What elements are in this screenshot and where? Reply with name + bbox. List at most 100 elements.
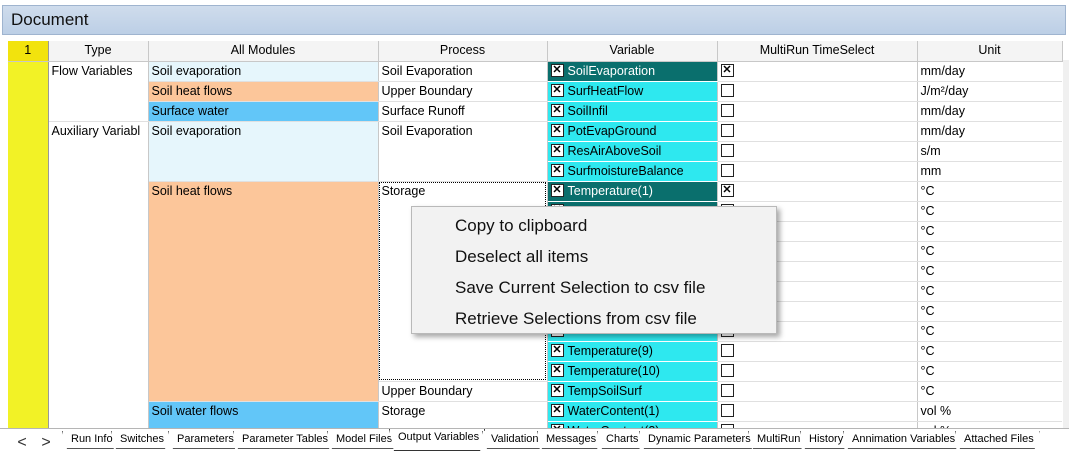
variable-cell[interactable]: Temperature(10) bbox=[547, 361, 718, 382]
module-cell[interactable]: Soil evaporation bbox=[148, 61, 379, 82]
module-cell[interactable]: Soil heat flows bbox=[148, 81, 379, 102]
tab-scroll-left-icon[interactable]: < bbox=[12, 433, 32, 453]
multirun-checkbox[interactable] bbox=[720, 143, 734, 157]
tab-animation-variables[interactable]: Annimation Variables bbox=[843, 431, 961, 449]
table-row[interactable]: Flow Variables Soil evaporation Soil Eva… bbox=[8, 61, 1062, 441]
multirun-cell[interactable] bbox=[717, 61, 918, 82]
multirun-cell[interactable] bbox=[717, 381, 918, 402]
type-cell[interactable]: Flow Variables bbox=[48, 61, 149, 122]
variable-cell[interactable]: SoilEvaporation bbox=[547, 61, 718, 82]
modules-column-header[interactable]: All Modules bbox=[148, 41, 379, 62]
multirun-checkbox[interactable] bbox=[720, 343, 734, 357]
type-cell[interactable]: Auxiliary Variabl bbox=[48, 121, 149, 442]
variable-cell[interactable]: SurfmoistureBalance bbox=[547, 161, 718, 182]
multirun-cell[interactable] bbox=[717, 161, 918, 182]
variable-cell[interactable]: SurfHeatFlow bbox=[547, 81, 718, 102]
multirun-cell[interactable] bbox=[717, 181, 918, 202]
multirun-cell[interactable] bbox=[717, 361, 918, 382]
context-menu: Copy to clipboard Deselect all items Sav… bbox=[411, 206, 777, 334]
tab-attached-files[interactable]: Attached Files bbox=[955, 431, 1040, 449]
multirun-checkbox[interactable] bbox=[720, 383, 734, 397]
multirun-checkbox[interactable] bbox=[720, 403, 734, 417]
tab-charts[interactable]: Charts bbox=[597, 431, 644, 449]
variable-checkbox[interactable] bbox=[550, 403, 564, 417]
multirun-column-header[interactable]: MultiRun TimeSelect bbox=[717, 41, 918, 62]
table-row[interactable]: Soil heat flows Upper Boundary SurfHeatF… bbox=[8, 81, 1062, 102]
tab-multirun[interactable]: MultiRun bbox=[748, 431, 806, 449]
variable-cell[interactable]: Temperature(1) bbox=[547, 181, 718, 202]
variable-checkbox[interactable] bbox=[550, 103, 564, 117]
variable-checkbox[interactable] bbox=[550, 343, 564, 357]
variable-checkbox[interactable] bbox=[550, 163, 564, 177]
tab-dynamic-parameters[interactable]: Dynamic Parameters bbox=[639, 431, 757, 449]
unit-column-header[interactable]: Unit bbox=[917, 41, 1063, 62]
multirun-checkbox[interactable] bbox=[720, 103, 734, 117]
table-row[interactable]: Auxiliary Variabl Soil evaporation Soil … bbox=[8, 121, 1062, 442]
process-cell[interactable]: Soil Evaporation bbox=[378, 121, 548, 182]
multirun-checkbox[interactable] bbox=[720, 123, 734, 137]
variable-checkbox[interactable] bbox=[550, 143, 564, 157]
tab-parameter-tables[interactable]: Parameter Tables bbox=[233, 431, 334, 449]
unit-cell: J/m²/day bbox=[917, 81, 1062, 102]
variable-cell[interactable]: Temperature(9) bbox=[547, 341, 718, 362]
tab-parameters[interactable]: Parameters bbox=[168, 431, 240, 449]
tab-switches[interactable]: Switches bbox=[111, 431, 170, 449]
variable-cell[interactable]: ResAirAboveSoil bbox=[547, 141, 718, 162]
row-number-cell bbox=[8, 61, 49, 441]
row-number-header[interactable]: 1 bbox=[8, 41, 49, 62]
process-cell[interactable]: Upper Boundary bbox=[378, 81, 548, 102]
tab-validation[interactable]: Validation bbox=[482, 431, 545, 449]
multirun-checkbox[interactable] bbox=[720, 363, 734, 377]
process-column-header[interactable]: Process bbox=[378, 41, 548, 62]
process-cell[interactable]: Upper Boundary bbox=[378, 381, 548, 402]
type-column-header[interactable]: Type bbox=[48, 41, 149, 62]
module-cell[interactable]: Surface water bbox=[148, 101, 379, 122]
variable-column-header[interactable]: Variable bbox=[547, 41, 718, 62]
multirun-checkbox[interactable] bbox=[720, 83, 734, 97]
deselect-all-items-menu-item[interactable]: Deselect all items bbox=[412, 241, 776, 272]
tab-scroll-right-icon[interactable]: > bbox=[36, 433, 56, 453]
variable-checkbox[interactable] bbox=[550, 363, 564, 377]
multirun-cell[interactable] bbox=[717, 101, 918, 122]
variable-checkbox[interactable] bbox=[550, 83, 564, 97]
variable-cell[interactable]: SoilInfil bbox=[547, 101, 718, 122]
tab-run-info[interactable]: Run Info bbox=[62, 431, 119, 449]
process-cell[interactable]: Surface Runoff bbox=[378, 101, 548, 122]
variable-cell[interactable]: WaterContent(1) bbox=[547, 401, 718, 422]
multirun-cell[interactable] bbox=[717, 81, 918, 102]
variable-label: SoilInfil bbox=[567, 103, 608, 118]
unit-cell: mm/day bbox=[917, 101, 1062, 122]
module-cell[interactable]: Soil heat flows bbox=[148, 181, 379, 402]
multirun-checkbox[interactable] bbox=[720, 163, 734, 177]
process-cell[interactable]: Soil Evaporation bbox=[378, 61, 548, 82]
variable-checkbox[interactable] bbox=[550, 183, 564, 197]
multirun-checkbox[interactable] bbox=[720, 183, 734, 197]
retrieve-selections-csv-menu-item[interactable]: Retrieve Selections from csv file bbox=[412, 303, 776, 334]
vertical-scrollbar[interactable] bbox=[1063, 60, 1069, 430]
variable-checkbox[interactable] bbox=[550, 383, 564, 397]
multirun-checkbox[interactable] bbox=[720, 63, 734, 77]
multirun-cell[interactable] bbox=[717, 341, 918, 362]
table-row[interactable]: Soil heat flows Storage Temperature(1) °… bbox=[8, 181, 1062, 402]
multirun-cell[interactable] bbox=[717, 401, 918, 422]
variable-checkbox[interactable] bbox=[550, 63, 564, 77]
table-row[interactable]: Soil water flows Storage WaterContent(1)… bbox=[8, 401, 1062, 442]
tab-output-variables[interactable]: Output Variables bbox=[389, 429, 485, 451]
unit-cell: mm bbox=[917, 161, 1062, 182]
tab-history[interactable]: History bbox=[800, 431, 849, 449]
table-row[interactable]: Surface water Surface Runoff SoilInfil m… bbox=[8, 101, 1062, 122]
variable-label: ResAirAboveSoil bbox=[567, 143, 662, 158]
tab-model-files[interactable]: Model Files bbox=[327, 431, 398, 449]
copy-to-clipboard-menu-item[interactable]: Copy to clipboard bbox=[412, 210, 776, 241]
variable-label: WaterContent(1) bbox=[567, 403, 660, 418]
variable-label: PotEvapGround bbox=[567, 123, 657, 138]
save-selection-csv-menu-item[interactable]: Save Current Selection to csv file bbox=[412, 272, 776, 303]
module-cell[interactable]: Soil evaporation bbox=[148, 121, 379, 182]
variable-checkbox[interactable] bbox=[550, 123, 564, 137]
multirun-cell[interactable] bbox=[717, 141, 918, 162]
multirun-cell[interactable] bbox=[717, 121, 918, 142]
variable-cell[interactable]: TempSoilSurf bbox=[547, 381, 718, 402]
tab-messages[interactable]: Messages bbox=[537, 431, 602, 449]
variable-cell[interactable]: PotEvapGround bbox=[547, 121, 718, 142]
variable-label: SoilEvaporation bbox=[567, 63, 656, 78]
